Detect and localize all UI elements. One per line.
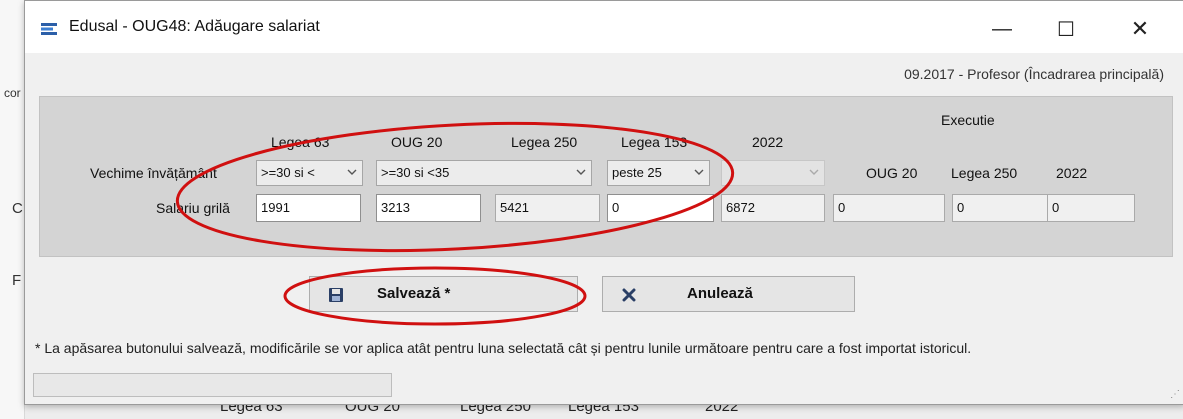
- background-fragment: C: [12, 200, 23, 217]
- save-info-note: * La apăsarea butonului salvează, modifi…: [35, 340, 972, 356]
- column-header-oug20: OUG 20: [391, 134, 443, 150]
- execution-header-oug20: OUG 20: [866, 165, 918, 181]
- close-icon: ✕: [1130, 16, 1150, 41]
- salariu-legea63-field[interactable]: 1991: [256, 194, 361, 222]
- add-employee-dialog: Edusal - OUG48: Adăugare salariat — ☐ ✕ …: [24, 0, 1183, 405]
- title-bar[interactable]: Edusal - OUG48: Adăugare salariat — ☐ ✕: [25, 1, 1183, 53]
- salariu-legea250-field[interactable]: 5421: [495, 194, 600, 222]
- background-fragment: cor: [4, 86, 21, 100]
- salariu-legea153-field[interactable]: 0: [607, 194, 714, 222]
- exec-2022-field[interactable]: 0: [1047, 194, 1135, 222]
- edusal-app-icon: [41, 23, 57, 35]
- background-fragment: F: [12, 272, 22, 289]
- minimize-button[interactable]: —: [982, 13, 1022, 45]
- vechime-oug20-select[interactable]: >=30 si <35: [376, 160, 592, 186]
- select-value: peste 25: [612, 165, 662, 180]
- save-button-label: Salvează *: [377, 285, 451, 302]
- execution-header: Executie: [941, 112, 995, 128]
- maximize-icon: ☐: [1057, 18, 1075, 41]
- column-header-legea63: Legea 63: [271, 134, 330, 150]
- maximize-button[interactable]: ☐: [1046, 13, 1086, 45]
- save-button[interactable]: Salvează *: [309, 276, 578, 312]
- x-cancel-icon: [622, 288, 636, 302]
- salary-panel: Executie Legea 63 OUG 20 Legea 250 Legea…: [39, 96, 1173, 257]
- minimize-icon: —: [992, 17, 1012, 40]
- cancel-button[interactable]: Anulează: [602, 276, 855, 312]
- resize-grip-icon[interactable]: ⋰: [1170, 389, 1180, 400]
- chevron-down-icon: [576, 169, 586, 175]
- salariu-oug20-field[interactable]: 3213: [376, 194, 481, 222]
- column-header-legea250: Legea 250: [511, 134, 578, 150]
- chevron-down-icon: [347, 169, 357, 175]
- cancel-button-label: Anulează: [687, 285, 753, 302]
- chevron-down-icon: [694, 169, 704, 175]
- select-value: >=30 si <: [261, 165, 315, 180]
- execution-header-legea250: Legea 250: [951, 165, 1018, 181]
- exec-oug20-field[interactable]: 0: [833, 194, 945, 222]
- row-label-salariu: Salariu grilă: [156, 200, 230, 216]
- row-label-vechime: Vechime învățământ: [90, 165, 217, 181]
- close-button[interactable]: ✕: [1120, 13, 1160, 45]
- column-header-2022: 2022: [752, 134, 784, 150]
- column-header-legea153: Legea 153: [621, 134, 688, 150]
- window-title: Edusal - OUG48: Adăugare salariat: [69, 18, 320, 35]
- vechime-2022-select[interactable]: [721, 160, 825, 186]
- select-value: >=30 si <35: [381, 165, 450, 180]
- floppy-disk-icon: [329, 288, 343, 302]
- period-position-label: 09.2017 - Profesor (Încadrarea principal…: [904, 66, 1164, 82]
- vechime-legea63-select[interactable]: >=30 si <: [256, 160, 363, 186]
- vechime-legea153-select[interactable]: peste 25: [607, 160, 710, 186]
- exec-legea250-field[interactable]: 0: [952, 194, 1057, 222]
- salariu-2022-field[interactable]: 6872: [721, 194, 825, 222]
- status-bar: [33, 373, 392, 397]
- chevron-down-icon: [809, 169, 819, 175]
- execution-header-2022: 2022: [1056, 165, 1088, 181]
